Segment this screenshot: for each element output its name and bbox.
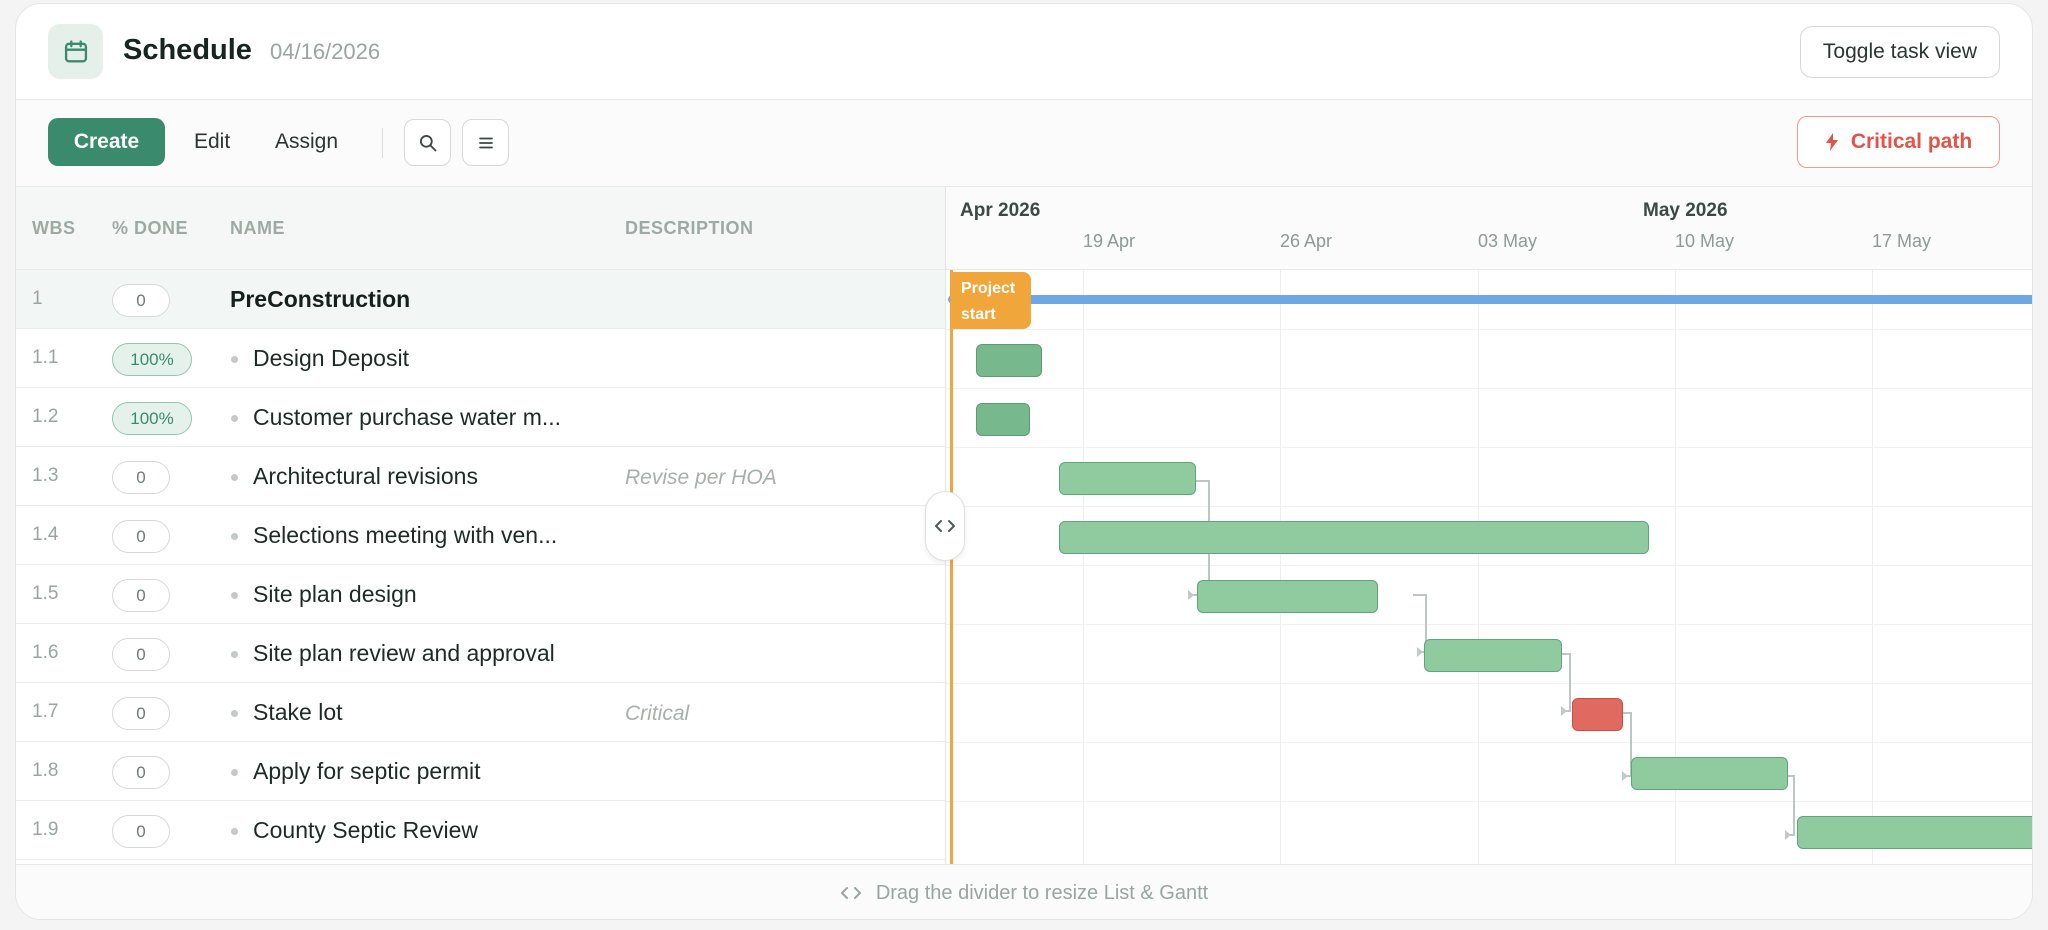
task-name: PreConstruction [230,286,411,312]
bullet-icon [231,474,238,481]
percent-done-pill: 0 [112,461,170,494]
percent-done-pill: 100% [112,343,192,376]
critical-path-button[interactable]: Critical path [1797,116,2000,168]
toggle-task-view-button[interactable]: Toggle task view [1799,26,2000,78]
task-name: Selections meeting with ven... [253,522,558,548]
col-header-description[interactable]: DESCRIPTION [625,218,754,239]
table-row[interactable]: 1.8 0 Apply for septic permit [16,742,945,801]
footer-hint-text: Drag the divider to resize List & Gantt [875,881,1209,904]
task-description: Critical [625,702,690,725]
task-name: Customer purchase water m... [253,404,562,430]
bullet-icon [231,415,238,422]
task-bar-architectural-revisions[interactable] [1059,462,1196,495]
task-bar-county-septic-review[interactable] [1797,816,2032,849]
header: Schedule 04/16/2026 Toggle task view [16,4,2032,100]
percent-done-pill: 0 [112,756,170,789]
bullet-icon [231,828,238,835]
edit-button[interactable]: Edit [194,118,230,166]
menu-button[interactable] [462,119,509,166]
gantt-chart: Apr 2026 May 2026 19 Apr 26 Apr 03 May 1… [946,187,2032,864]
col-header-name[interactable]: NAME [230,218,285,239]
table-row[interactable]: 1.2 100% Customer purchase water m... [16,388,945,447]
project-start-line [950,270,953,864]
percent-done-pill: 0 [112,815,170,848]
critical-path-label: Critical path [1850,130,1973,153]
start-flag-label-line1: Project [961,280,1016,297]
table-row[interactable]: 1.1 100% Design Deposit [16,329,945,388]
page-date: 04/16/2026 [270,39,381,64]
task-bar-site-plan-review[interactable] [1424,639,1562,672]
table-row[interactable]: 1.7 0 Stake lot Critical [16,683,945,742]
calendar-icon [48,24,103,79]
row-wbs: 1.9 [32,819,59,840]
row-wbs: 1 [32,288,43,309]
row-wbs: 1.8 [32,760,59,781]
footer-hint: Drag the divider to resize List & Gantt [16,864,2032,919]
table-row[interactable]: 1 0 PreConstruction [16,270,945,329]
resize-handle[interactable] [925,491,965,561]
row-wbs: 1.7 [32,701,59,722]
task-description: Revise per HOA [625,466,777,489]
resize-arrows-icon [840,887,861,899]
bullet-icon [231,769,238,776]
search-button[interactable] [404,119,451,166]
table-row[interactable]: 1.3 0 Architectural revisions Revise per… [16,447,945,506]
create-button[interactable]: Create [48,118,165,166]
percent-done-pill: 100% [112,402,192,435]
percent-done-pill: 0 [112,579,170,612]
search-icon [419,134,436,151]
row-wbs: 1.4 [32,524,59,545]
bullet-icon [231,592,238,599]
task-name: Site plan review and approval [253,640,555,666]
task-bar-site-plan-design[interactable] [1197,580,1378,613]
toolbar-divider [382,128,383,158]
col-header-done[interactable]: % DONE [112,218,188,239]
menu-icon [478,137,493,148]
task-bar-design-deposit[interactable] [976,344,1042,377]
task-name: Stake lot [253,699,343,725]
project-start-flag[interactable]: Project start [950,272,1031,329]
percent-done-pill: 0 [112,520,170,553]
table-row[interactable]: 1.4 0 Selections meeting with ven... [16,506,945,565]
schedule-card: Schedule 04/16/2026 Toggle task view Cre… [15,3,2033,920]
row-wbs: 1.5 [32,583,59,604]
task-name: Site plan design [253,581,417,607]
bullet-icon [231,356,238,363]
task-bar-selections-meeting[interactable] [1059,521,1649,554]
col-header-wbs[interactable]: WBS [32,218,76,239]
page-title: Schedule [123,34,252,66]
task-name: Design Deposit [253,345,409,371]
task-name: County Septic Review [253,817,478,843]
resize-arrows-icon [935,520,955,532]
percent-done-pill: 0 [112,284,170,317]
table-row[interactable]: 1.6 0 Site plan review and approval [16,624,945,683]
row-wbs: 1.2 [32,406,59,427]
row-wbs: 1.3 [32,465,59,486]
percent-done-pill: 0 [112,697,170,730]
bullet-icon [231,710,238,717]
start-flag-label-line2: start [961,306,996,323]
task-name: Architectural revisions [253,463,478,489]
summary-bar-preconstruction[interactable] [948,295,2032,304]
task-bar-septic-permit[interactable] [1631,757,1788,790]
table-row[interactable]: 1.5 0 Site plan design [16,565,945,624]
table-row[interactable]: 1.9 0 County Septic Review [16,801,945,860]
list-header: WBS % DONE NAME DESCRIPTION [16,187,945,270]
row-wbs: 1.6 [32,642,59,663]
row-wbs: 1.1 [32,347,59,368]
bullet-icon [231,651,238,658]
bullet-icon [231,533,238,540]
task-list: WBS % DONE NAME DESCRIPTION 1 0 PreConst… [16,187,945,864]
assign-button[interactable]: Assign [275,118,338,166]
task-name: Apply for septic permit [253,758,481,784]
toolbar: Create Edit Assign Critical path [16,100,2032,187]
task-bar-customer-purchase[interactable] [976,403,1030,436]
lightning-icon [1825,133,1838,151]
percent-done-pill: 0 [112,638,170,671]
task-bar-stake-lot[interactable] [1572,698,1623,731]
